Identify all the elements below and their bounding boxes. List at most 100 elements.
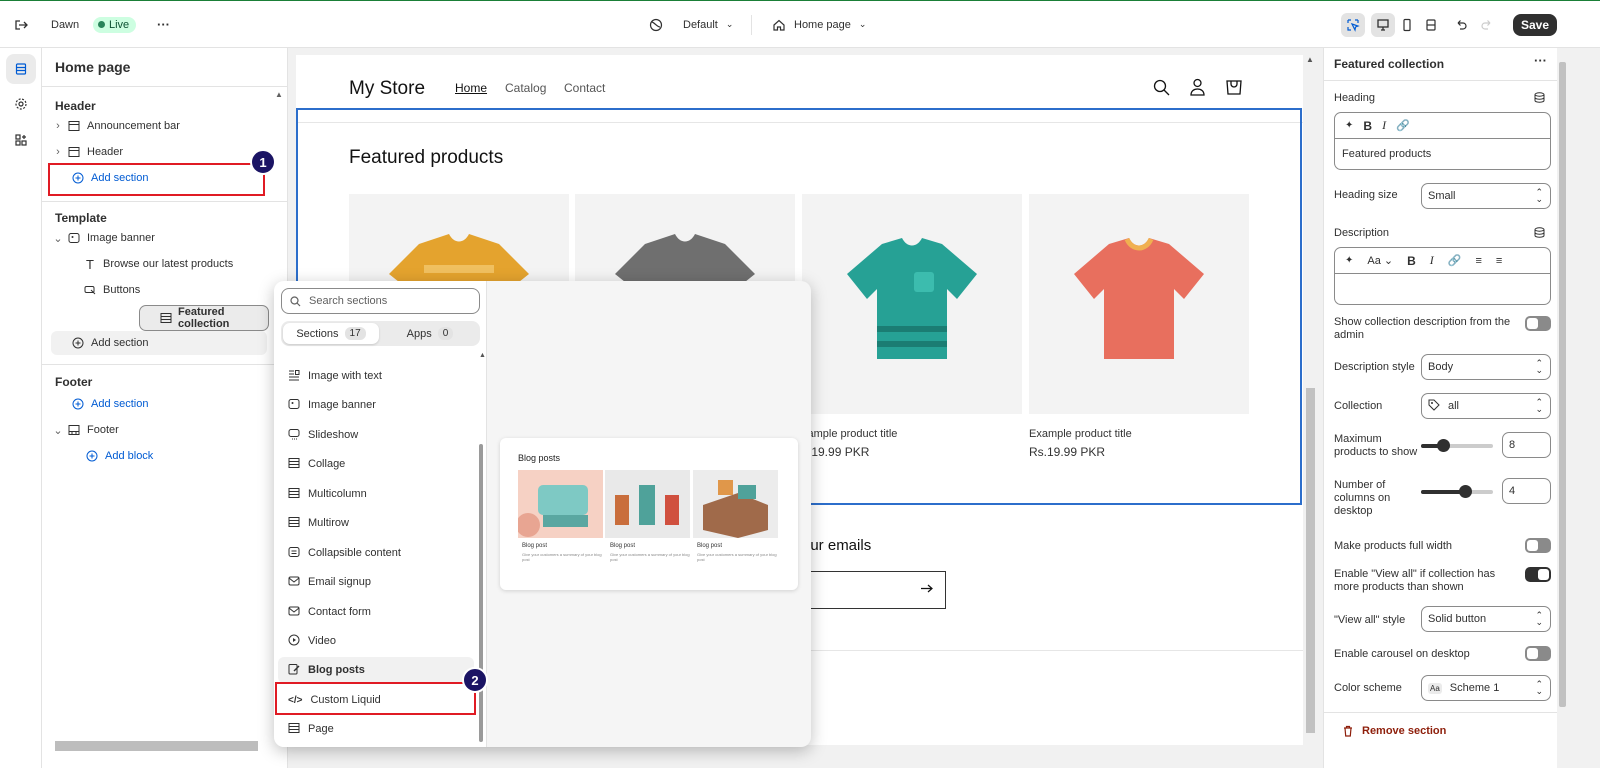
settings-scrollbar[interactable] bbox=[1559, 62, 1566, 707]
section-option-video[interactable]: Video bbox=[278, 628, 474, 654]
carousel-toggle[interactable] bbox=[1525, 646, 1551, 661]
page-selector[interactable]: Home page ⌄ bbox=[772, 1, 866, 48]
max-products-input[interactable]: 8 bbox=[1502, 432, 1551, 458]
ai-icon[interactable]: ✦ bbox=[1345, 120, 1353, 131]
block-text[interactable]: T Browse our latest products bbox=[51, 252, 267, 276]
footer-add-section-button[interactable]: Add section bbox=[51, 392, 267, 416]
inspector-toggle[interactable] bbox=[1341, 13, 1365, 37]
store-logo[interactable]: My Store bbox=[349, 78, 425, 100]
section-featured-collection[interactable]: Featured collection bbox=[139, 305, 269, 331]
section-list-scrollbar[interactable] bbox=[479, 444, 483, 742]
section-header[interactable]: › Header bbox=[51, 140, 267, 164]
section-option-image-banner[interactable]: Image banner bbox=[278, 392, 474, 418]
account-icon[interactable] bbox=[1189, 78, 1206, 99]
full-width-toggle[interactable] bbox=[1525, 538, 1551, 553]
collapse-icon[interactable]: ▲ bbox=[275, 90, 283, 99]
search-icon[interactable] bbox=[1153, 79, 1170, 99]
arrow-right-icon[interactable] bbox=[920, 582, 933, 598]
view-all-style-select[interactable]: Solid button ⌃ ⌄ bbox=[1421, 606, 1551, 632]
description-editor[interactable]: ✦ Aa ⌄ B I 🔗 ≡ ≡ bbox=[1334, 247, 1551, 305]
max-products-slider[interactable] bbox=[1421, 439, 1493, 452]
italic-icon[interactable]: I bbox=[1430, 253, 1434, 268]
bold-icon[interactable]: B bbox=[1407, 254, 1416, 268]
home-icon bbox=[773, 19, 785, 31]
add-circle-icon bbox=[69, 337, 87, 349]
horizontal-scrollbar[interactable] bbox=[55, 741, 258, 751]
desktop-view-button[interactable] bbox=[1371, 13, 1395, 37]
cart-icon[interactable] bbox=[1225, 78, 1243, 99]
columns-slider[interactable] bbox=[1421, 485, 1493, 498]
search-sections-input[interactable]: Search sections bbox=[281, 288, 480, 314]
dynamic-source-icon[interactable] bbox=[1534, 92, 1545, 106]
redo-button[interactable] bbox=[1475, 13, 1499, 37]
bold-icon[interactable]: B bbox=[1363, 119, 1372, 133]
color-scheme-select[interactable]: Aa Scheme 1 ⌃ ⌄ bbox=[1421, 675, 1551, 701]
block-buttons[interactable]: Buttons bbox=[51, 278, 267, 302]
description-style-select[interactable]: Body ⌃ ⌄ bbox=[1421, 354, 1551, 380]
undo-button[interactable] bbox=[1449, 13, 1473, 37]
section-option-slideshow[interactable]: Slideshow bbox=[278, 422, 474, 448]
numbered-list-icon[interactable]: ≡ bbox=[1496, 255, 1502, 267]
product-title[interactable]: Example product title bbox=[1029, 428, 1132, 440]
dynamic-source-icon[interactable] bbox=[1534, 227, 1545, 241]
select-cursor-icon bbox=[1347, 19, 1360, 32]
ai-icon[interactable]: ✦ bbox=[1345, 255, 1353, 266]
bullet-list-icon[interactable]: ≡ bbox=[1476, 255, 1482, 267]
italic-icon[interactable]: I bbox=[1382, 118, 1386, 133]
preview-scrollbar[interactable] bbox=[1306, 388, 1315, 733]
section-option-collage[interactable]: Collage bbox=[278, 451, 474, 477]
chevron-right-icon: › bbox=[56, 146, 60, 158]
section-option-email-signup[interactable]: Email signup bbox=[278, 569, 474, 595]
section-option-multicolumn[interactable]: Multicolumn bbox=[278, 481, 474, 507]
template-selector[interactable]: Default ⌄ bbox=[649, 1, 733, 48]
columns-input[interactable]: 4 bbox=[1502, 478, 1551, 504]
more-actions-button[interactable]: ··· bbox=[157, 1, 170, 48]
save-button[interactable]: Save bbox=[1513, 14, 1557, 36]
template-add-section-button[interactable]: Add section bbox=[51, 331, 267, 355]
section-option-collapsible-content[interactable]: Collapsible content bbox=[278, 540, 474, 566]
fullscreen-button[interactable] bbox=[1419, 13, 1443, 37]
nav-home[interactable]: Home bbox=[455, 81, 487, 95]
product-card[interactable] bbox=[1029, 194, 1249, 414]
text-style-icon[interactable]: Aa ⌄ bbox=[1367, 254, 1393, 267]
theme-settings-rail-button[interactable] bbox=[6, 89, 36, 119]
scroll-up-icon[interactable]: ▲ bbox=[479, 352, 486, 359]
heading-value[interactable]: Featured products bbox=[1335, 139, 1550, 169]
more-options-icon[interactable]: ··· bbox=[1534, 53, 1547, 68]
view-all-toggle[interactable] bbox=[1525, 567, 1551, 582]
section-option-multirow[interactable]: Multirow bbox=[278, 510, 474, 536]
mobile-view-button[interactable] bbox=[1395, 13, 1419, 37]
link-icon[interactable]: 🔗 bbox=[1396, 119, 1410, 132]
heading-editor[interactable]: ✦ B I 🔗 Featured products bbox=[1334, 112, 1551, 170]
link-icon[interactable]: 🔗 bbox=[1448, 254, 1462, 267]
scroll-up-icon[interactable]: ▲ bbox=[1306, 55, 1314, 64]
section-announcement-bar[interactable]: › Announcement bar bbox=[51, 114, 267, 138]
nav-contact[interactable]: Contact bbox=[564, 81, 605, 95]
select-value: Scheme 1 bbox=[1449, 682, 1500, 694]
apps-rail-button[interactable] bbox=[6, 125, 36, 155]
nav-catalog[interactable]: Catalog bbox=[505, 81, 546, 95]
collection-picker[interactable]: all ⌃ ⌄ bbox=[1421, 393, 1551, 419]
tab-apps[interactable]: Apps 0 bbox=[382, 323, 478, 344]
product-title[interactable]: xample product title bbox=[802, 428, 897, 440]
exit-icon[interactable] bbox=[14, 1, 28, 48]
footer-add-block-button[interactable]: Add block bbox=[51, 444, 267, 468]
expand-icon bbox=[1426, 19, 1436, 31]
sections-rail-button[interactable] bbox=[6, 54, 36, 84]
select-value: all bbox=[1448, 400, 1460, 412]
slider-handle[interactable] bbox=[1437, 439, 1450, 452]
section-footer[interactable]: ⌄ Footer bbox=[51, 418, 267, 442]
section-option-contact-form[interactable]: Contact form bbox=[278, 599, 474, 625]
section-image-banner[interactable]: ⌄ Image banner bbox=[51, 226, 267, 250]
description-value[interactable] bbox=[1335, 274, 1550, 304]
heading-size-select[interactable]: Small ⌃ ⌄ bbox=[1421, 183, 1551, 209]
remove-section-button[interactable]: Remove section bbox=[1342, 725, 1446, 737]
show-description-toggle[interactable] bbox=[1525, 316, 1551, 331]
tab-sections[interactable]: Sections 17 bbox=[283, 323, 379, 344]
product-price: Rs.19.99 PKR bbox=[1029, 445, 1106, 459]
product-card[interactable] bbox=[802, 194, 1022, 414]
section-option-page[interactable]: Page bbox=[278, 716, 474, 742]
section-option-image-with-text[interactable]: Image with text bbox=[278, 363, 474, 389]
section-option-blog-posts[interactable]: Blog posts bbox=[278, 657, 474, 683]
slider-handle[interactable] bbox=[1459, 485, 1472, 498]
